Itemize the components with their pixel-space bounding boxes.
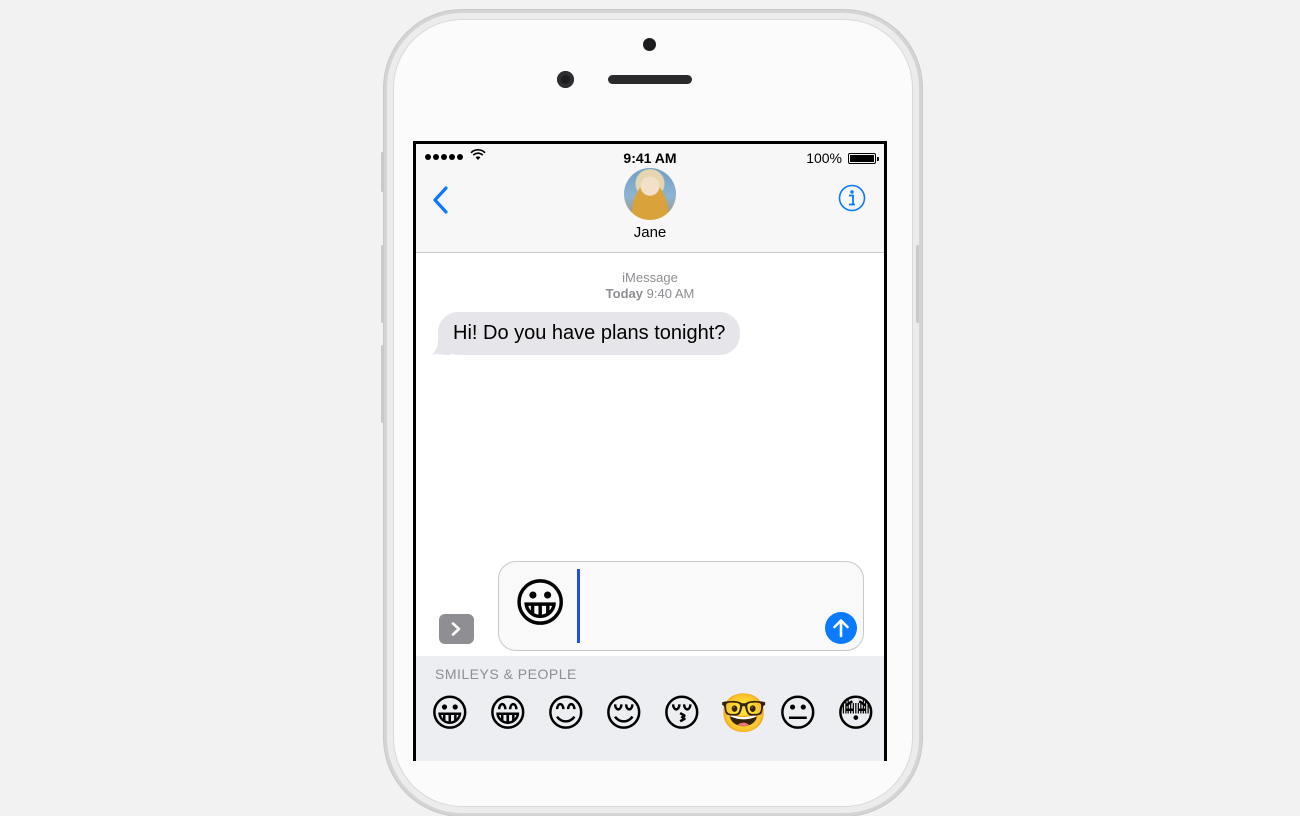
volume-down-button (381, 345, 384, 423)
emoji-key[interactable]: 😊 (546, 693, 586, 735)
input-value: 😀 (513, 575, 568, 633)
expand-chevron-icon (451, 622, 461, 636)
conversation-header: iMessage Today 9:40 AM (416, 270, 884, 302)
expand-apps-button[interactable] (439, 614, 474, 644)
emoji-key[interactable]: 😚 (662, 693, 702, 735)
message-text: Hi! Do you have plans tonight? (438, 312, 741, 355)
front-camera (557, 71, 574, 88)
message-received[interactable]: Hi! Do you have plans tonight? (431, 312, 741, 355)
emoji-row: 😀 😁 😊 😌 😚 🤓 😐 😳 (430, 693, 876, 735)
battery-icon (848, 153, 879, 164)
mute-switch (381, 152, 384, 192)
battery-percentage: 100% (806, 150, 842, 166)
contact-name[interactable]: Jane (416, 224, 884, 241)
timestamp: Today 9:40 AM (416, 286, 884, 302)
text-caret (577, 569, 580, 643)
back-chevron-icon[interactable] (428, 182, 458, 218)
message-input[interactable]: 😀 (498, 561, 864, 651)
service-label: iMessage (622, 270, 678, 285)
messages-app: 9:41 AM 100% Jane iMessage Today 9:40 AM (416, 144, 884, 761)
earpiece-speaker (608, 75, 692, 84)
phone-screen: 9:41 AM 100% Jane iMessage Today 9:40 AM (413, 141, 887, 761)
contact-avatar[interactable] (624, 168, 676, 220)
time-label: 9:40 AM (646, 286, 695, 301)
status-bar: 9:41 AM 100% (416, 148, 884, 170)
power-button (916, 245, 919, 323)
emoji-keyboard: SMILEYS & PEOPLE 😀 😁 😊 😌 😚 🤓 😐 😳 (416, 656, 884, 761)
send-arrow-icon (833, 619, 849, 638)
emoji-key[interactable]: 😐 (778, 693, 818, 735)
send-button[interactable] (825, 612, 857, 644)
emoji-key[interactable]: 😳 (836, 693, 876, 735)
navigation-bar: 9:41 AM 100% Jane (416, 144, 884, 253)
proximity-sensor (643, 38, 656, 51)
emoji-key[interactable]: 🤓 (720, 693, 767, 735)
date-label: Today (605, 286, 643, 301)
emoji-category-label: SMILEYS & PEOPLE (435, 666, 577, 682)
emoji-key[interactable]: 😀 (430, 693, 470, 735)
volume-up-button (381, 245, 384, 323)
info-icon[interactable] (838, 184, 866, 212)
emoji-key[interactable]: 😌 (604, 693, 644, 735)
emoji-key[interactable]: 😁 (488, 693, 528, 735)
